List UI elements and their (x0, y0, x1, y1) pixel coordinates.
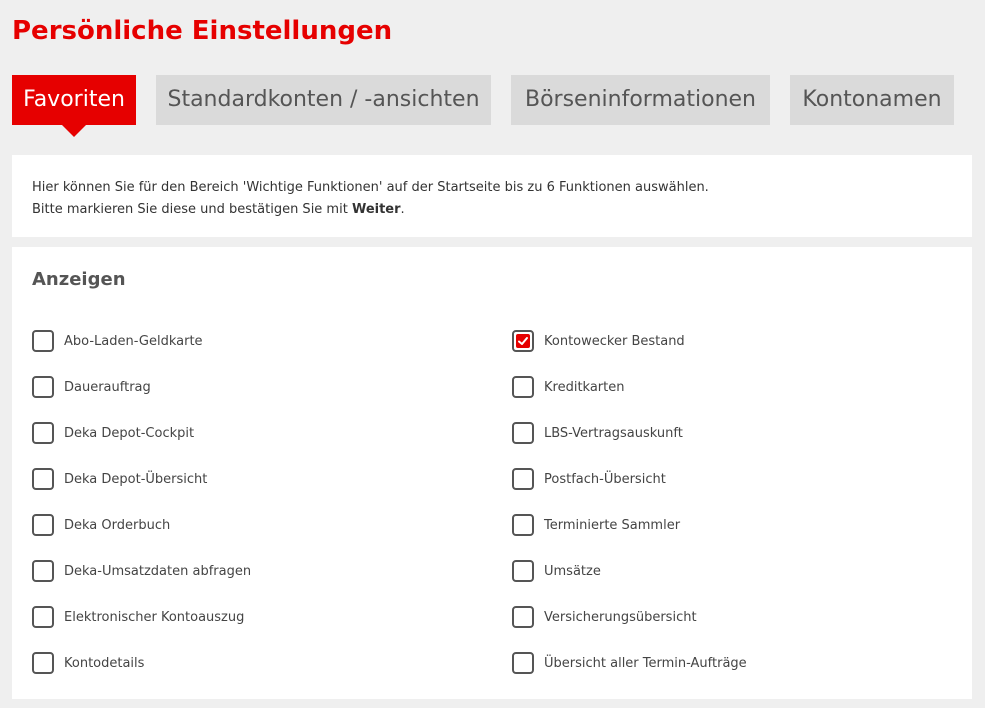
option-deka-depot-cockpit[interactable]: Deka Depot-Cockpit (32, 422, 194, 444)
info-text: Hier können Sie für den Bereich 'Wichtig… (32, 177, 709, 221)
option-label: Umsätze (544, 563, 601, 579)
section-title: Anzeigen (32, 269, 126, 290)
option-umsätze[interactable]: Umsätze (512, 560, 601, 582)
option-label: Deka Depot-Übersicht (64, 471, 208, 487)
tab-standardkonten[interactable]: Standardkonten / -ansichten (156, 75, 491, 125)
checkbox[interactable] (32, 652, 54, 674)
checkbox[interactable] (512, 376, 534, 398)
option-abo-laden-geldkarte[interactable]: Abo-Laden-Geldkarte (32, 330, 203, 352)
option-kreditkarten[interactable]: Kreditkarten (512, 376, 625, 398)
option-label: Deka Orderbuch (64, 517, 171, 533)
function-selection-panel: Anzeigen Abo-Laden-Geldkarte Dauerauftrag… (12, 247, 972, 699)
option-label: Kontodetails (64, 655, 145, 671)
option-label: Terminierte Sammler (544, 517, 681, 533)
checkbox[interactable] (512, 468, 534, 490)
option-dauerauftrag[interactable]: Dauerauftrag (32, 376, 151, 398)
option-label: Kreditkarten (544, 379, 625, 395)
active-tab-pointer (62, 125, 86, 137)
option-terminierte-sammler[interactable]: Terminierte Sammler (512, 514, 680, 536)
option-label: LBS-Vertragsauskunft (544, 425, 683, 441)
info-line-2: Bitte markieren Sie diese und bestätigen… (32, 199, 709, 221)
checkbox[interactable] (32, 514, 54, 536)
info-line-1: Hier können Sie für den Bereich 'Wichtig… (32, 180, 709, 195)
info-panel: Hier können Sie für den Bereich 'Wichtig… (12, 155, 972, 237)
checkbox[interactable] (32, 330, 54, 352)
option-label: Postfach-Übersicht (544, 471, 666, 487)
option-label: Übersicht aller Termin-Aufträge (544, 655, 747, 671)
page-title: Persönliche Einstellungen (12, 16, 393, 46)
checkmark-icon (518, 337, 528, 345)
option-deka-orderbuch[interactable]: Deka Orderbuch (32, 514, 170, 536)
option-elektronischer-kontoauszug[interactable]: Elektronischer Kontoauszug (32, 606, 244, 628)
option-kontowecker-bestand[interactable]: Kontowecker Bestand (512, 330, 685, 352)
option-label: Dauerauftrag (64, 379, 151, 395)
option-lbs-vertragsauskunft[interactable]: LBS-Vertragsauskunft (512, 422, 683, 444)
info-line-2-suffix: . (400, 202, 405, 217)
option-label: Deka-Umsatzdaten abfragen (64, 563, 252, 579)
option-deka-umsatzdaten-abfragen[interactable]: Deka-Umsatzdaten abfragen (32, 560, 251, 582)
option-versicherungsübersicht[interactable]: Versicherungsübersicht (512, 606, 697, 628)
checkbox[interactable] (32, 376, 54, 398)
info-weiter-bold: Weiter (351, 202, 401, 217)
checkbox[interactable] (512, 606, 534, 628)
checkbox[interactable] (512, 514, 534, 536)
option-übersicht-aller-termin-aufträge[interactable]: Übersicht aller Termin-Aufträge (512, 652, 747, 674)
option-postfach-übersicht[interactable]: Postfach-Übersicht (512, 468, 666, 490)
option-deka-depot-übersicht[interactable]: Deka Depot-Übersicht (32, 468, 207, 490)
option-label: Deka Depot-Cockpit (64, 425, 195, 441)
tab-kontonamen[interactable]: Kontonamen (790, 75, 954, 125)
option-label: Versicherungsübersicht (544, 609, 697, 625)
checkbox[interactable] (32, 560, 54, 582)
option-label: Abo-Laden-Geldkarte (64, 333, 203, 349)
option-label: Kontowecker Bestand (544, 333, 685, 349)
info-line-2-prefix: Bitte markieren Sie diese und bestätigen… (32, 202, 352, 217)
checkbox[interactable] (512, 422, 534, 444)
checkbox[interactable] (32, 468, 54, 490)
checkbox[interactable] (32, 606, 54, 628)
checkbox-checked[interactable] (512, 330, 534, 352)
checkbox[interactable] (512, 652, 534, 674)
option-kontodetails[interactable]: Kontodetails (32, 652, 144, 674)
option-label: Elektronischer Kontoauszug (64, 609, 245, 625)
tab-boerseninformationen[interactable]: Börseninformationen (511, 75, 770, 125)
checkbox[interactable] (32, 422, 54, 444)
checkbox[interactable] (512, 560, 534, 582)
tab-favoriten[interactable]: Favoriten (12, 75, 136, 125)
